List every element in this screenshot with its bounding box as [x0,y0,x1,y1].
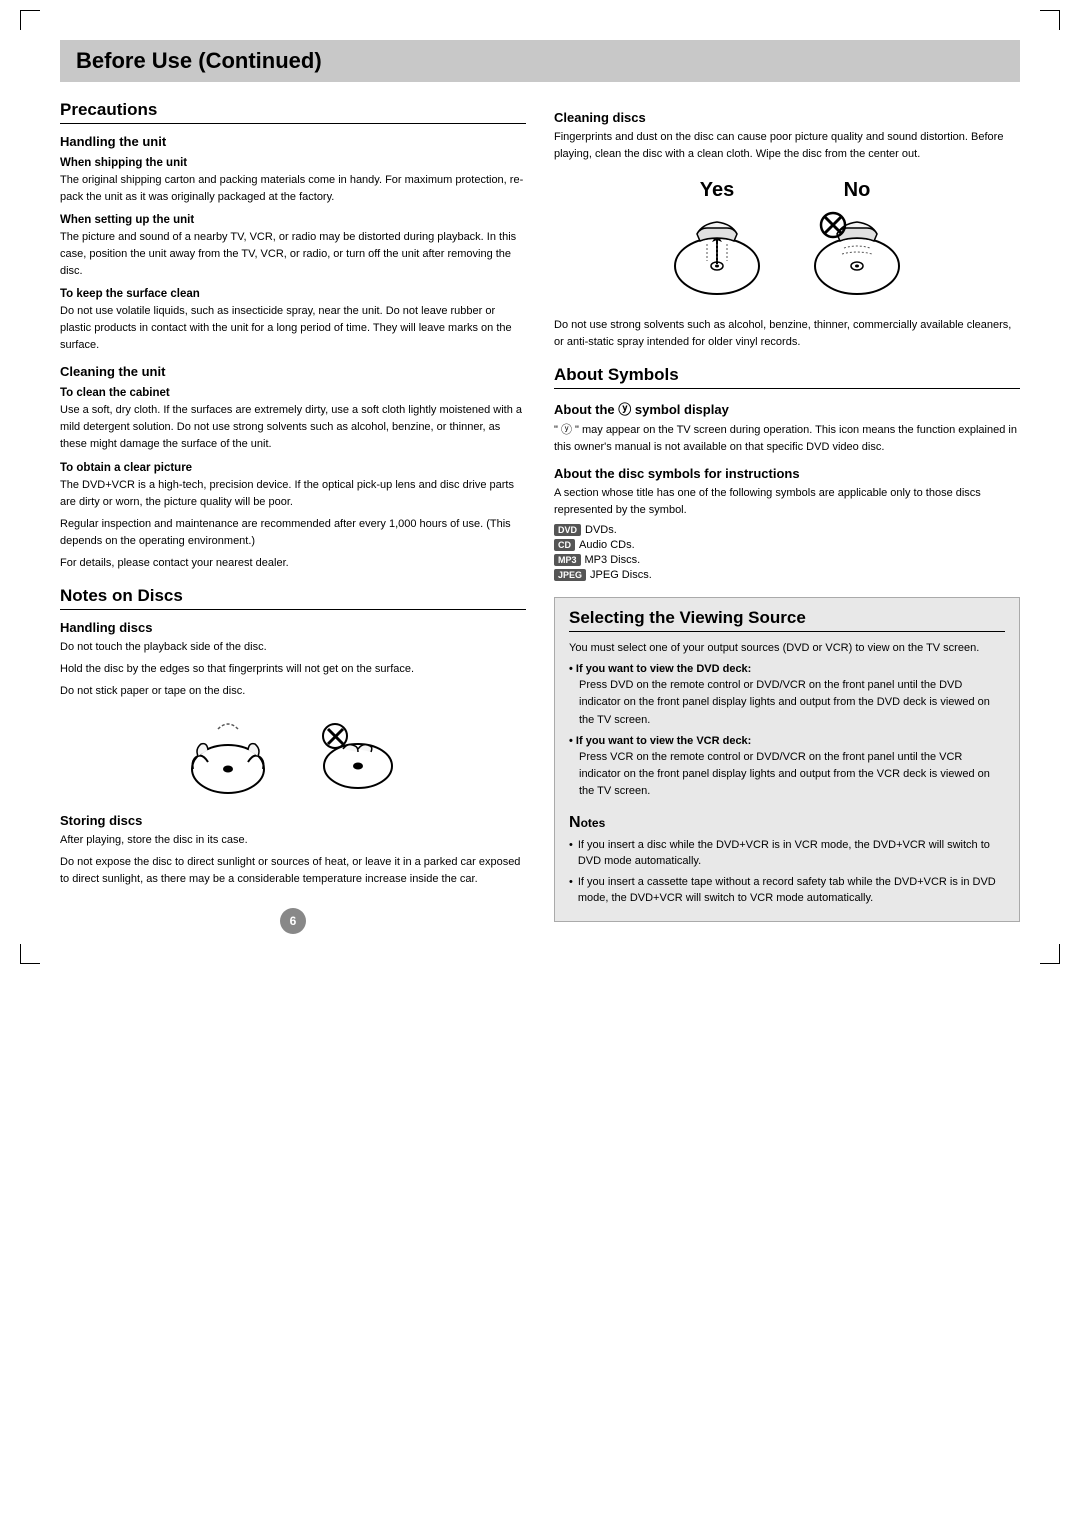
jpeg-label: JPEG Discs. [590,569,652,581]
notes-on-discs-section: Notes on Discs Handling discs Do not tou… [60,586,526,888]
selecting-viewing-source-section: Selecting the Viewing Source You must se… [554,597,1020,921]
page-container: Before Use (Continued) Precautions Handl… [60,40,1020,934]
handling-discs-text2: Hold the disc by the edges so that finge… [60,661,526,678]
cleaning-warning-text: Do not use strong solvents such as alcoh… [554,317,1020,351]
cleaning-discs-title: Cleaning discs [554,110,1020,125]
about-symbols-title: About Symbols [554,365,1020,389]
clear-picture-text3: For details, please contact your nearest… [60,555,526,572]
jpeg-badge: JPEG [554,569,586,581]
notes-otes: otes [581,816,606,830]
clean-cabinet-subtitle: To clean the cabinet [60,387,526,399]
page-header: Before Use (Continued) [60,40,1020,82]
disc-type-mp3: MP3 MP3 Discs. [554,554,1020,566]
notes-on-discs-title: Notes on Discs [60,586,526,610]
two-column-layout: Precautions Handling the unit When shipp… [60,100,1020,934]
cd-label: Audio CDs. [579,539,635,551]
symbol-display-title: About the ⓨ symbol display [554,399,1020,418]
mp3-label: MP3 Discs. [585,554,641,566]
no-disc-icon [802,206,912,301]
left-column: Precautions Handling the unit When shipp… [60,100,526,934]
note-item-2: If you insert a cassette tape without a … [569,874,1005,907]
when-shipping-subtitle: When shipping the unit [60,157,526,169]
handling-discs-text1: Do not touch the playback side of the di… [60,639,526,656]
when-setting-up-subtitle: When setting up the unit [60,214,526,226]
when-setting-up-text: The picture and sound of a nearby TV, VC… [60,229,526,280]
no-label: No [844,179,871,202]
note-2-text: If you insert a cassette tape without a … [578,874,1005,907]
notes-box: Notes If you insert a disc while the DVD… [569,814,1005,907]
no-disc-container: No [802,179,912,301]
surface-clean-text: Do not use volatile liquids, such as ins… [60,303,526,354]
clean-cabinet-text: Use a soft, dry cloth. If the surfaces a… [60,402,526,453]
precautions-title: Precautions [60,100,526,124]
handling-discs-text3: Do not stick paper or tape on the disc. [60,683,526,700]
handling-unit-title: Handling the unit [60,134,526,149]
corner-mark-tr [1040,10,1060,30]
note-item-1: If you insert a disc while the DVD+VCR i… [569,837,1005,870]
storing-discs-text1: After playing, store the disc in its cas… [60,832,526,849]
cd-badge: CD [554,539,575,551]
when-shipping-text: The original shipping carton and packing… [60,172,526,206]
disc-type-cd: CD Audio CDs. [554,539,1020,551]
page-title: Before Use (Continued) [76,48,1004,74]
bad-handling-disc-icon [313,714,403,799]
yes-label: Yes [700,179,734,202]
page-number-badge: 6 [280,908,306,934]
yes-disc-icon [662,206,772,301]
handling-disc-images [60,714,526,799]
dvd-label: DVDs. [585,524,617,536]
disc-type-dvd: DVD DVDs. [554,524,1020,536]
dvd-deck-subtitle: • If you want to view the DVD deck: [569,663,1005,675]
disc-types-list: DVD DVDs. CD Audio CDs. MP3 MP3 Discs. J… [554,524,1020,581]
disc-cleaning-images: Yes [554,179,1020,301]
page-number-container: 6 [60,908,526,934]
about-symbols-section: About Symbols About the ⓨ symbol display… [554,365,1020,581]
storing-discs-text2: Do not expose the disc to direct sunligh… [60,854,526,888]
surface-clean-subtitle: To keep the surface clean [60,288,526,300]
dvd-deck-text: Press DVD on the remote control or DVD/V… [579,677,1005,728]
selecting-viewing-source-title: Selecting the Viewing Source [569,608,1005,632]
precautions-section: Precautions Handling the unit When shipp… [60,100,526,572]
disc-symbols-text: A section whose title has one of the fol… [554,485,1020,519]
cleaning-discs-text: Fingerprints and dust on the disc can ca… [554,129,1020,163]
vcr-deck-subtitle: • If you want to view the VCR deck: [569,735,1005,747]
vcr-deck-text: Press VCR on the remote control or DVD/V… [579,749,1005,800]
disc-symbols-title: About the disc symbols for instructions [554,466,1020,481]
notes-n-big: N [569,814,581,831]
handling-discs-title: Handling discs [60,620,526,635]
good-handling-disc-icon [183,714,273,799]
clear-picture-text1: The DVD+VCR is a high-tech, precision de… [60,477,526,511]
cleaning-unit-title: Cleaning the unit [60,364,526,379]
right-column: Cleaning discs Fingerprints and dust on … [554,100,1020,934]
corner-mark-br [1040,944,1060,964]
note-1-text: If you insert a disc while the DVD+VCR i… [578,837,1005,870]
notes-header: Notes [569,814,1005,832]
cleaning-discs-section: Cleaning discs Fingerprints and dust on … [554,110,1020,351]
selecting-viewing-source-text: You must select one of your output sourc… [569,640,1005,657]
corner-mark-tl [20,10,40,30]
mp3-badge: MP3 [554,554,581,566]
clear-picture-text2: Regular inspection and maintenance are r… [60,516,526,550]
corner-mark-bl [20,944,40,964]
dvd-badge: DVD [554,524,581,536]
storing-discs-title: Storing discs [60,813,526,828]
disc-type-jpeg: JPEG JPEG Discs. [554,569,1020,581]
symbol-display-text: " ⓨ " may appear on the TV screen during… [554,422,1020,456]
yes-disc-container: Yes [662,179,772,301]
clear-picture-subtitle: To obtain a clear picture [60,462,526,474]
